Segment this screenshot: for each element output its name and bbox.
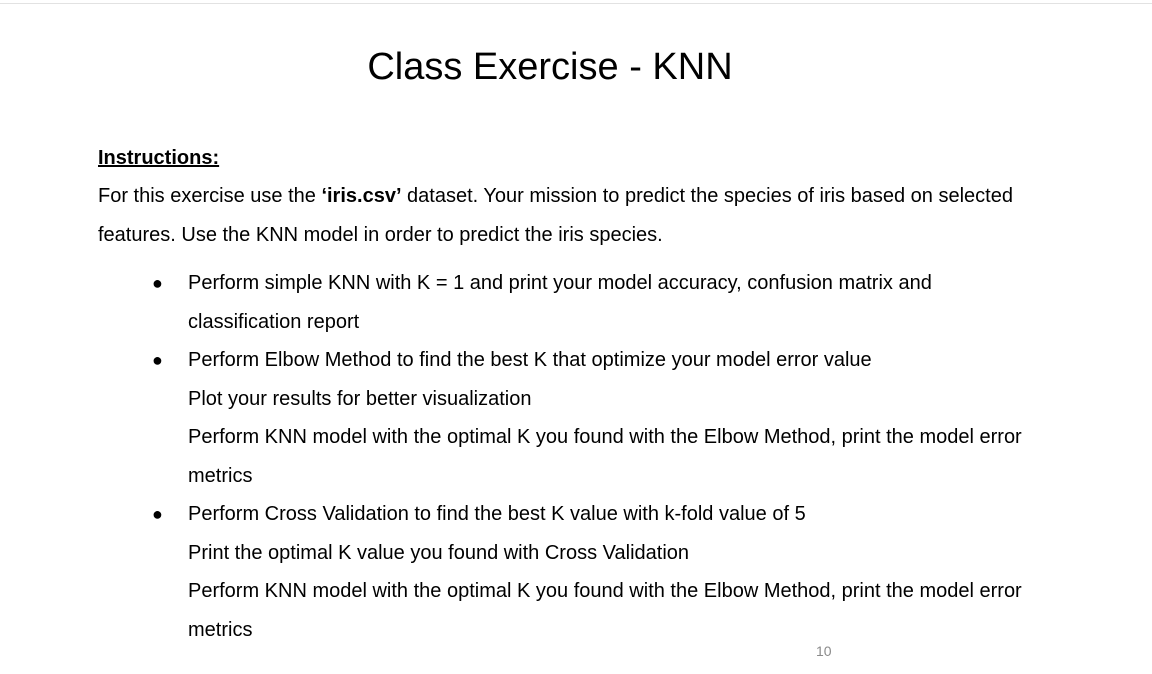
task-line: classification report xyxy=(188,310,360,333)
task-item-elbow-method: ● Perform Elbow Method to find the best … xyxy=(0,341,1088,495)
intro-text-after: dataset. Your mission to predict the spe… xyxy=(401,185,1013,207)
task-line: Perform Elbow Method to find the best K … xyxy=(188,349,872,371)
bullet-dot-icon: ● xyxy=(152,504,163,524)
task-line: Perform KNN model with the optimal K you… xyxy=(188,426,1022,448)
intro-paragraph: For this exercise use the ‘iris.csv’ dat… xyxy=(98,177,1098,254)
task-line: Perform simple KNN with K = 1 and print … xyxy=(188,272,932,294)
task-list: ● Perform simple KNN with K = 1 and prin… xyxy=(0,264,1152,649)
bullet-dot-icon: ● xyxy=(152,273,163,293)
intro-text-before: For this exercise use the xyxy=(98,185,322,207)
task-line: Plot your results for better visualizati… xyxy=(188,387,532,410)
top-divider xyxy=(0,3,1152,4)
intro-line-1: For this exercise use the ‘iris.csv’ dat… xyxy=(98,177,1098,216)
task-line: Perform KNN model with the optimal K you… xyxy=(188,580,1022,602)
bullet-dot-icon: ● xyxy=(152,350,163,370)
intro-line-2: features. Use the KNN model in order to … xyxy=(98,223,663,246)
task-line: Print the optimal K value you found with… xyxy=(188,541,690,564)
task-line: Perform Cross Validation to find the bes… xyxy=(188,503,806,525)
task-line: metrics xyxy=(188,618,253,641)
task-line: metrics xyxy=(188,464,253,487)
instructions-heading: Instructions: xyxy=(98,147,220,169)
task-item-knn-k1: ● Perform simple KNN with K = 1 and prin… xyxy=(0,264,1088,341)
dataset-name: ‘iris.csv’ xyxy=(321,185,402,207)
slide-title: Class Exercise - KNN xyxy=(367,46,733,88)
task-item-cross-validation: ● Perform Cross Validation to find the b… xyxy=(0,495,1088,649)
page-number: 10 xyxy=(816,643,832,659)
